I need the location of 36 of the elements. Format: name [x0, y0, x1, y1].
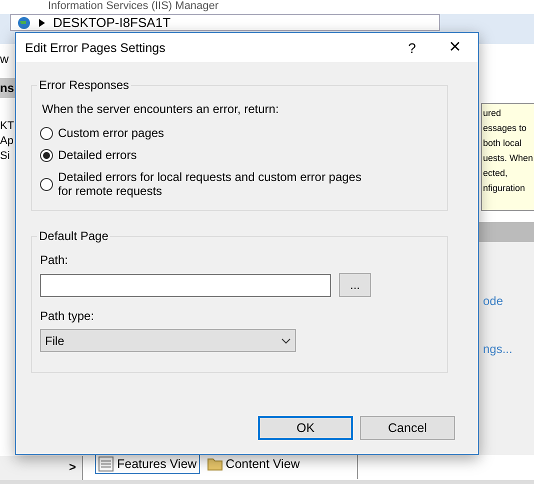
- radio-button[interactable]: [40, 126, 53, 140]
- ok-button[interactable]: OK: [258, 416, 353, 440]
- menu-item[interactable]: w: [0, 52, 9, 66]
- address-segment[interactable]: DESKTOP-I8FSA1T: [53, 15, 171, 30]
- arrow-icon: [39, 18, 45, 26]
- group-label: Default Page: [38, 229, 110, 243]
- action-link[interactable]: ode: [483, 294, 504, 308]
- option-label[interactable]: Detailed errors: [58, 148, 137, 162]
- window-title: Information Services (IIS) Manager: [48, 0, 219, 12]
- chevron-icon: [281, 338, 291, 344]
- action-link[interactable]: ngs...: [483, 342, 512, 356]
- prompt-text: When the server encounters an error, return:: [41, 101, 280, 118]
- view-tab[interactable]: Content View: [204, 453, 303, 474]
- field-label: Path:: [40, 252, 70, 267]
- close-button[interactable]: ×: [432, 36, 478, 59]
- dialog-title: Edit Error Pages Settings: [25, 40, 166, 54]
- group-label: Error Responses: [38, 78, 130, 92]
- help-button[interactable]: ?: [392, 40, 432, 56]
- radio-button[interactable]: [40, 148, 53, 162]
- cancel-button[interactable]: Cancel: [360, 416, 455, 440]
- option-label[interactable]: Custom error pages: [58, 126, 164, 140]
- path-field[interactable]: [40, 274, 331, 296]
- panel-header: ns: [0, 78, 15, 98]
- globe-icon: [17, 16, 31, 30]
- list-icon: [98, 456, 114, 472]
- tree-item[interactable]: KT: [0, 120, 14, 132]
- field-label: Path type:: [40, 308, 96, 323]
- address-bar[interactable]: DESKTOP-I8FSA1T: [10, 14, 440, 31]
- tree-item[interactable]: Si: [0, 150, 10, 162]
- radio-button[interactable]: [40, 178, 53, 190]
- browse-button[interactable]: ...: [339, 273, 371, 297]
- info-text: ured essages to both local uests. When ected, nfiguration: [483, 107, 534, 195]
- tree-item[interactable]: Ap: [0, 135, 14, 147]
- option-label[interactable]: Detailed errors for local requests and custom error pages for remote requests: [58, 170, 378, 198]
- path-type-dropdown[interactable]: File: [40, 329, 296, 352]
- scroll-button[interactable]: >: [0, 456, 83, 480]
